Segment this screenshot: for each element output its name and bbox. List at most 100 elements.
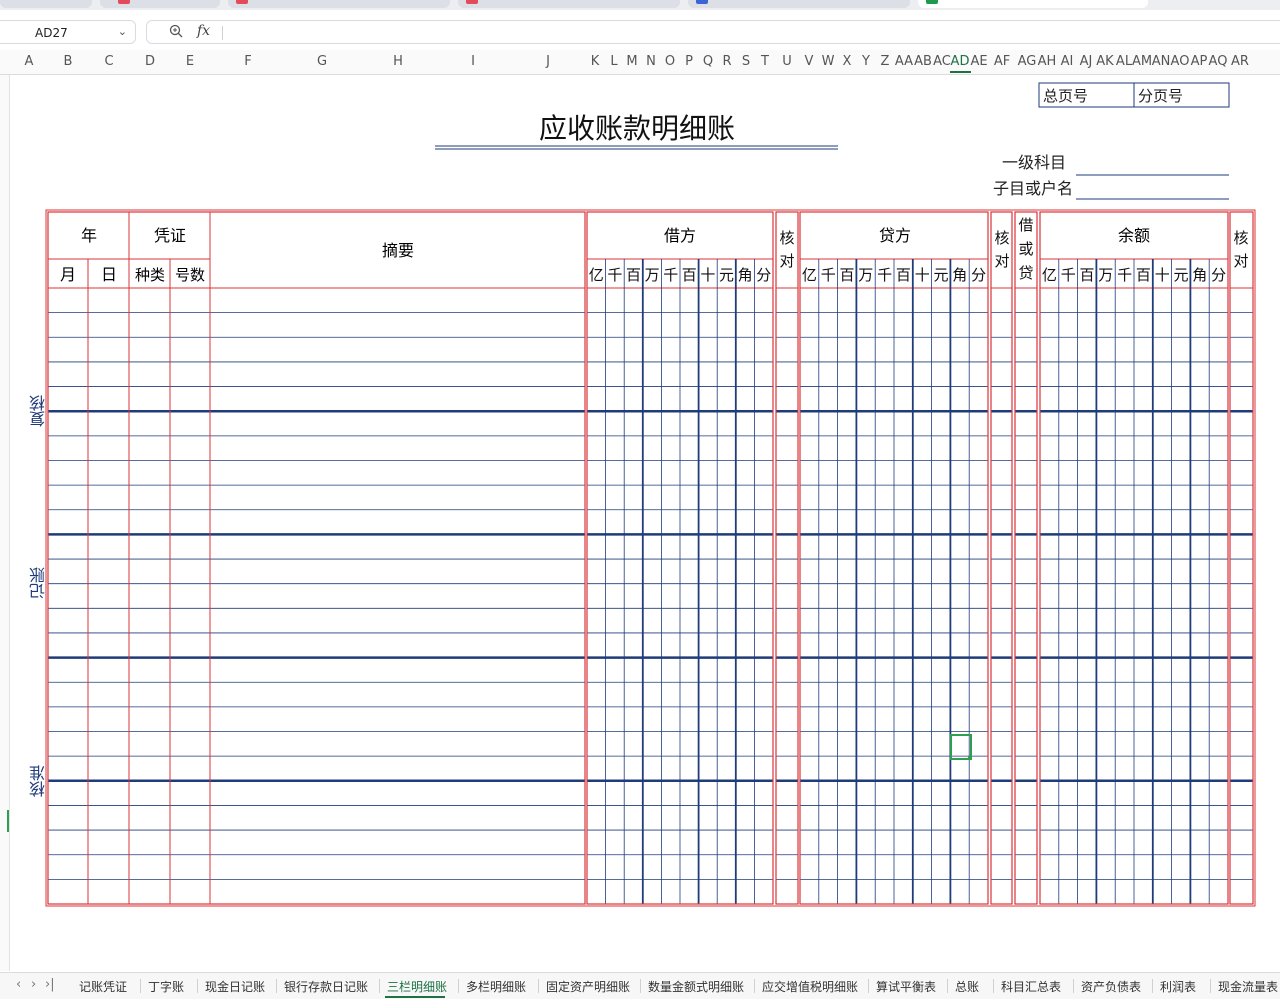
tab-separator — [538, 979, 539, 993]
next-sheet-icon[interactable]: › — [31, 977, 36, 992]
digit-unit-label: 十 — [1155, 266, 1170, 284]
tab-separator — [868, 979, 869, 993]
check-label-top: 核 — [779, 229, 794, 247]
check-label-top: 核 — [994, 229, 1009, 247]
tab-separator — [458, 979, 459, 993]
selected-cell[interactable] — [950, 734, 972, 760]
digit-unit-label: 亿 — [802, 266, 817, 284]
header-month: 月 — [60, 265, 76, 284]
check-block-border — [775, 211, 799, 905]
header-credit: 贷方 — [879, 226, 911, 245]
digit-unit-label: 百 — [1136, 266, 1151, 284]
debit-or-credit-label: 或 — [1018, 240, 1033, 258]
sheet-tab[interactable]: 科目汇总表 — [1001, 978, 1061, 995]
digit-unit-label: 百 — [1079, 266, 1094, 284]
digit-unit-label: 百 — [626, 266, 641, 284]
side-label: 核准 — [29, 765, 48, 797]
sheet-tab[interactable]: 丁字账 — [148, 978, 184, 995]
check-block-border — [1229, 211, 1254, 905]
digit-unit-label: 元 — [719, 266, 734, 284]
sheet-tab[interactable]: 三栏明细账 — [387, 978, 447, 995]
ledger-sheet: 总页号 分页号 应收账款明细账 一级科目 子目或户名 年 凭证 摘要 月 日 种… — [0, 0, 1280, 998]
sheet-tab[interactable]: 固定资产明细账 — [546, 978, 630, 995]
digit-unit-label: 亿 — [1042, 266, 1057, 284]
digit-unit-label: 十 — [700, 266, 715, 284]
fill-handle[interactable] — [968, 756, 972, 760]
digit-unit-label: 元 — [933, 266, 948, 284]
debit-or-credit-label: 贷 — [1018, 264, 1033, 282]
check-label-bottom: 对 — [779, 252, 794, 270]
digit-unit-label: 百 — [839, 266, 854, 284]
sheet-tab[interactable]: 多栏明细账 — [466, 978, 526, 995]
sheet-tab[interactable]: 数量金额式明细账 — [648, 978, 744, 995]
tab-separator — [754, 979, 755, 993]
account-level1-label: 一级科目 — [1002, 153, 1066, 172]
header-texts: 年 凭证 摘要 月 日 种类 号数 借方 贷方 余额 — [60, 226, 1150, 284]
digit-unit-label: 万 — [645, 266, 660, 284]
sheet-tab[interactable]: 利润表 — [1160, 978, 1196, 995]
check-block-border — [990, 211, 1013, 905]
tab-separator — [993, 979, 994, 993]
sheet-tab[interactable]: 现金日记账 — [205, 978, 265, 995]
side-label: 复核 — [29, 395, 48, 427]
tab-separator — [1152, 979, 1153, 993]
last-sheet-icon[interactable]: ›| — [45, 977, 55, 992]
sheet-tab[interactable]: 记账凭证 — [79, 978, 127, 995]
debit-or-credit-label: 借 — [1018, 216, 1033, 234]
digit-unit-label: 角 — [1192, 266, 1207, 284]
header-day: 日 — [101, 265, 117, 284]
digit-unit-label: 千 — [821, 266, 836, 284]
sheet-tab[interactable]: 现金流量表 — [1218, 978, 1278, 995]
check-label-bottom: 对 — [1233, 252, 1248, 270]
outer-border — [45, 209, 1256, 907]
digit-unit-label: 百 — [682, 266, 697, 284]
ledger-grid: 总页号 分页号 应收账款明细账 一级科目 子目或户名 年 凭证 摘要 月 日 种… — [45, 82, 1256, 907]
sheet-tab[interactable]: 算试平衡表 — [876, 978, 936, 995]
header-voucher-type: 种类 — [135, 266, 165, 284]
side-label: 记账 — [29, 567, 48, 599]
grid-lines — [45, 209, 1256, 907]
sheet-tab[interactable]: 银行存款日记账 — [284, 978, 368, 995]
tab-separator — [1210, 979, 1211, 993]
digit-unit-label: 元 — [1173, 266, 1188, 284]
digit-unit-label: 千 — [1061, 266, 1076, 284]
dc-block-border — [1014, 211, 1038, 905]
digit-unit-label: 千 — [663, 266, 678, 284]
header-year: 年 — [81, 226, 97, 245]
sheet-tab[interactable]: 资产负债表 — [1081, 978, 1141, 995]
sheet-tab[interactable]: 总账 — [955, 978, 979, 995]
header-voucher-no: 号数 — [175, 266, 205, 284]
tab-separator — [276, 979, 277, 993]
tab-separator — [640, 979, 641, 993]
digit-unit-label: 分 — [971, 266, 986, 284]
digit-unit-label: 分 — [756, 266, 771, 284]
check-label-top: 核 — [1233, 229, 1248, 247]
digit-unit-label: 千 — [607, 266, 622, 284]
header-debit: 借方 — [664, 226, 696, 245]
digit-unit-label: 角 — [738, 266, 753, 284]
digit-unit-label: 亿 — [589, 266, 604, 284]
digit-unit-label: 千 — [1117, 266, 1132, 284]
digit-unit-label: 千 — [877, 266, 892, 284]
sub-account-label: 子目或户名 — [993, 179, 1073, 198]
total-page-label: 总页号 — [1043, 87, 1088, 105]
digit-unit-label: 万 — [858, 266, 873, 284]
prev-sheet-icon[interactable]: ‹ — [16, 977, 21, 992]
tab-separator — [140, 979, 141, 993]
header-balance: 余额 — [1118, 226, 1150, 245]
digit-unit-label: 十 — [915, 266, 930, 284]
tab-separator — [197, 979, 198, 993]
header-voucher: 凭证 — [154, 226, 186, 245]
ledger-title: 应收账款明细账 — [539, 112, 735, 145]
tab-separator — [1073, 979, 1074, 993]
digit-unit-label: 百 — [896, 266, 911, 284]
digit-unit-label: 分 — [1211, 266, 1226, 284]
check-label-bottom: 对 — [994, 252, 1009, 270]
tab-separator — [379, 979, 380, 993]
sub-page-label: 分页号 — [1138, 87, 1183, 105]
sheet-tab-bar: ‹ › ›| 记账凭证 丁字账 现金日记账 银行存款日记账 三栏明细账 多栏明细账 固定资产… — [0, 972, 1280, 999]
tab-separator — [947, 979, 948, 993]
sheet-tab[interactable]: 应交增值税明细账 — [762, 978, 858, 995]
digit-unit-label: 万 — [1098, 266, 1113, 284]
header-summary: 摘要 — [382, 241, 414, 260]
